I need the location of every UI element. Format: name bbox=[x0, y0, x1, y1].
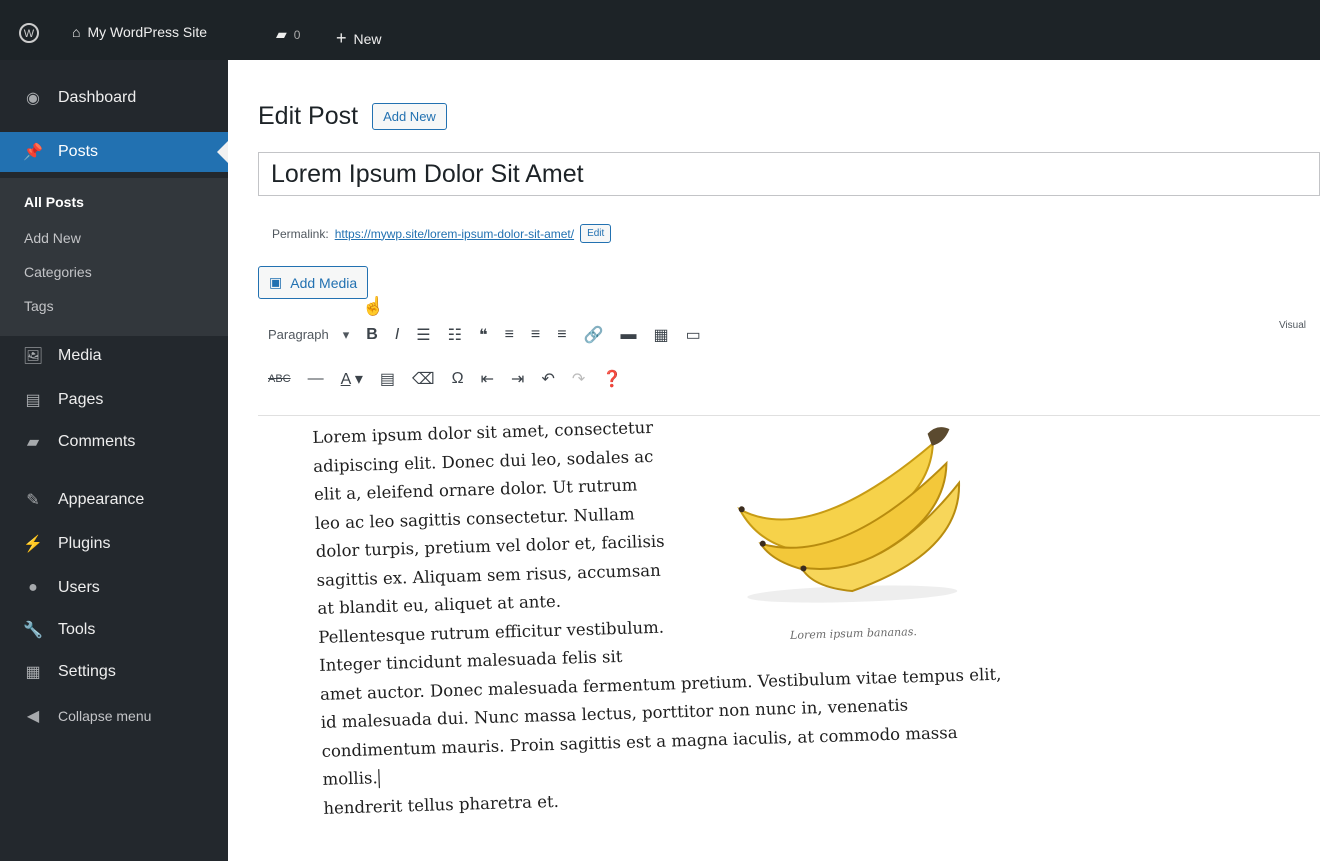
sidebar-item-media[interactable]: 🖼 Media bbox=[0, 336, 228, 376]
new-content-link[interactable]: + New bbox=[336, 28, 382, 49]
post-content-editor[interactable]: Lorem ipsum bananas. Lorem ipsum dolor s… bbox=[312, 404, 1014, 823]
submenu-tags[interactable]: Tags bbox=[24, 298, 54, 314]
permalink-link[interactable]: https://mywp.site/lorem-ipsum-dolor-sit-… bbox=[335, 227, 574, 241]
site-name-link[interactable]: ⌂ My WordPress Site bbox=[72, 24, 207, 40]
wordpress-logo-icon[interactable]: W bbox=[18, 22, 40, 44]
home-icon: ⌂ bbox=[72, 24, 81, 40]
media-icon: ▣ bbox=[269, 274, 283, 290]
sidebar-item-users[interactable]: ● Users bbox=[0, 568, 228, 608]
indent-icon[interactable]: ⇥ bbox=[511, 369, 524, 389]
text-color-icon[interactable]: A ▾ bbox=[341, 369, 363, 389]
format-select[interactable]: Paragraph ▾ bbox=[268, 327, 349, 343]
clear-formatting-icon[interactable]: ⌫ bbox=[412, 369, 435, 389]
plus-icon: + bbox=[336, 28, 347, 48]
italic-icon[interactable]: I bbox=[395, 326, 399, 344]
numbered-list-icon[interactable]: ☷ bbox=[448, 325, 462, 345]
comment-icon: ▰ bbox=[26, 434, 40, 451]
settings-icon: ▦ bbox=[25, 664, 41, 681]
brush-icon: ✎ bbox=[26, 492, 40, 509]
page-title: Edit Post bbox=[258, 102, 359, 130]
align-right-icon[interactable]: ≡ bbox=[557, 326, 566, 344]
dropdown-arrow-icon: ▾ bbox=[342, 327, 350, 342]
blockquote-icon[interactable]: ❝ bbox=[479, 325, 488, 345]
admin-sidebar: ◉ Dashboard 📌 Posts All Posts Add New Ca… bbox=[0, 60, 228, 861]
horizontal-line-icon[interactable]: — bbox=[308, 370, 324, 388]
add-media-button[interactable]: ▣ Add Media bbox=[258, 266, 369, 299]
undo-icon[interactable]: ↶ bbox=[541, 369, 554, 389]
comments-link[interactable]: ▰ 0 bbox=[276, 26, 300, 43]
hand-cursor-icon: ☝ bbox=[362, 296, 385, 316]
bulleted-list-icon[interactable]: ☰ bbox=[416, 325, 430, 345]
svg-text:W: W bbox=[24, 28, 35, 40]
permalink-edit-button[interactable]: Edit bbox=[580, 224, 612, 243]
sidebar-item-comments[interactable]: ▰ Comments bbox=[0, 422, 228, 462]
sidebar-item-appearance[interactable]: ✎ Appearance bbox=[0, 480, 228, 520]
banana-image bbox=[737, 427, 961, 603]
align-left-icon[interactable]: ≡ bbox=[505, 326, 514, 344]
editor-toolbar-row-1: Paragraph ▾ B I ☰ ☷ ❝ ≡ ≡ ≡ 🔗 ▬ ▦ ▭ bbox=[268, 325, 701, 345]
image-caption: Lorem ipsum bananas. bbox=[789, 624, 918, 642]
special-character-icon[interactable]: Ω bbox=[452, 370, 464, 388]
sidebar-item-pages[interactable]: ▤ Pages bbox=[0, 380, 228, 420]
dashboard-icon: ◉ bbox=[26, 90, 40, 107]
wrench-icon: 🔧 bbox=[23, 622, 43, 639]
submenu-add-new[interactable]: Add New bbox=[24, 230, 81, 246]
editor-main: Edit Post Add New Lorem Ipsum Dolor Sit … bbox=[228, 60, 1320, 861]
fullscreen-icon[interactable]: ▭ bbox=[686, 325, 701, 345]
bold-icon[interactable]: B bbox=[366, 326, 378, 344]
pages-icon: ▤ bbox=[25, 392, 41, 409]
post-body-partial-line: hendrerit tellus pharetra et. bbox=[323, 791, 560, 818]
read-more-icon[interactable]: ▬ bbox=[621, 326, 637, 344]
sidebar-item-dashboard[interactable]: ◉ Dashboard bbox=[0, 78, 228, 118]
admin-bar: W ⌂ My WordPress Site ▰ 0 + New bbox=[0, 0, 1320, 60]
banana-figure: Lorem ipsum bananas. bbox=[692, 412, 1009, 653]
permalink-row: Permalink: https://mywp.site/lorem-ipsum… bbox=[272, 224, 612, 243]
toolbar-toggle-icon[interactable]: ▦ bbox=[654, 325, 669, 345]
editor-toolbar-row-2: ABC — A ▾ ▤ ⌫ Ω ⇤ ⇥ ↶ ↷ ❓ bbox=[268, 369, 622, 389]
sidebar-item-tools[interactable]: 🔧 Tools bbox=[0, 610, 228, 650]
user-icon: ● bbox=[28, 579, 38, 596]
thumbtack-icon: 📌 bbox=[23, 144, 43, 161]
page-header: Edit Post Add New bbox=[258, 102, 447, 131]
collapse-icon: ◀ bbox=[26, 708, 40, 725]
comment-icon: ▰ bbox=[276, 26, 287, 42]
text-cursor bbox=[378, 769, 380, 789]
sidebar-item-posts[interactable]: 📌 Posts bbox=[0, 132, 228, 172]
submenu-categories[interactable]: Categories bbox=[24, 264, 92, 280]
collapse-menu-button[interactable]: ◀ Collapse menu bbox=[0, 696, 228, 736]
help-icon[interactable]: ❓ bbox=[602, 369, 622, 389]
add-new-button[interactable]: Add New bbox=[372, 103, 447, 130]
link-icon[interactable]: 🔗 bbox=[584, 325, 604, 345]
outdent-icon[interactable]: ⇤ bbox=[481, 369, 494, 389]
align-center-icon[interactable]: ≡ bbox=[531, 326, 540, 344]
paste-text-icon[interactable]: ▤ bbox=[380, 369, 395, 389]
media-icon: 🖼 bbox=[22, 348, 44, 365]
sidebar-item-plugins[interactable]: ⚡ Plugins bbox=[0, 524, 228, 564]
sidebar-item-settings[interactable]: ▦ Settings bbox=[0, 652, 228, 692]
submenu-all-posts[interactable]: All Posts bbox=[24, 194, 84, 210]
post-title-input[interactable]: Lorem Ipsum Dolor Sit Amet bbox=[258, 152, 1320, 196]
strikethrough-icon[interactable]: ABC bbox=[268, 373, 291, 385]
tab-visual[interactable]: Visual bbox=[1279, 320, 1306, 331]
plug-icon: ⚡ bbox=[23, 536, 43, 553]
redo-icon[interactable]: ↷ bbox=[572, 369, 585, 389]
posts-submenu: All Posts Add New Categories Tags bbox=[0, 178, 228, 336]
